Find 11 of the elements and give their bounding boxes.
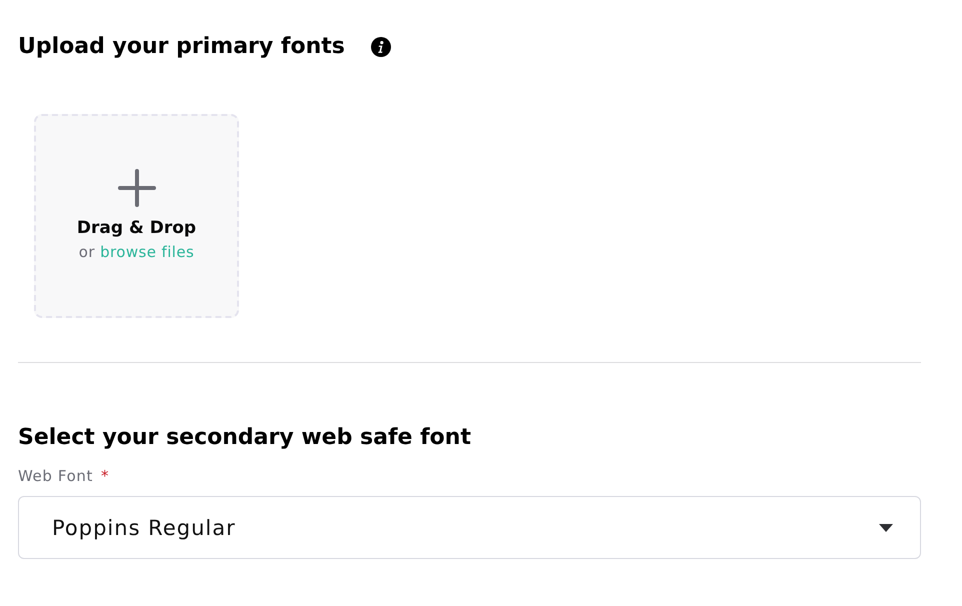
section-heading: Select your secondary web safe font <box>18 424 471 452</box>
info-icon[interactable] <box>370 37 391 57</box>
browse-hint: or browse files <box>78 242 194 262</box>
plus-icon <box>118 169 156 207</box>
font-select[interactable]: Poppins Regular <box>18 496 921 559</box>
drop-title: Drag & Drop <box>76 217 196 239</box>
field-label: Web Font <box>18 466 93 486</box>
required-mark: * <box>100 466 108 486</box>
file-drop-zone[interactable]: Drag & Drop or browse files <box>34 114 239 318</box>
caret-icon <box>879 524 893 532</box>
section-heading: Upload your primary fonts <box>18 33 345 61</box>
